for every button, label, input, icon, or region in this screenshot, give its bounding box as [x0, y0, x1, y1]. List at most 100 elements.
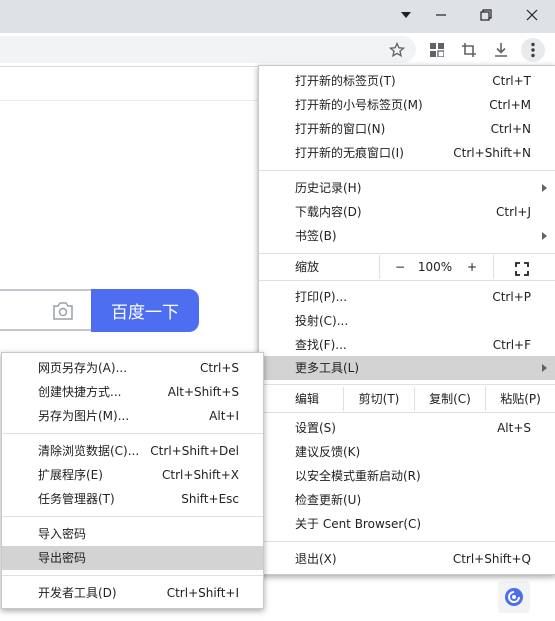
menu-item-cast[interactable]: 投射(C)...	[259, 309, 555, 333]
menu-edit-row: 编辑 剪切(T) 复制(C) 粘贴(P)	[259, 387, 555, 411]
submenu-item-save-page[interactable]: 网页另存为(A)... Ctrl+S	[2, 356, 263, 380]
cut-button[interactable]: 剪切(T)	[344, 387, 414, 411]
menu-item-label: 任务管理器(T)	[38, 492, 115, 506]
submenu-item-task-manager[interactable]: 任务管理器(T) Shift+Esc	[2, 487, 263, 511]
menu-item-more-tools[interactable]: 更多工具(L)	[259, 356, 555, 380]
zoom-divider	[379, 255, 380, 279]
floating-action-icon[interactable]	[498, 581, 530, 613]
menu-item-feedback[interactable]: 建议反馈(K)	[259, 440, 555, 464]
menu-item-shortcut: Ctrl+N	[490, 122, 531, 136]
menu-item-label: 设置(S)	[295, 421, 336, 435]
zoom-label: 缩放	[295, 260, 320, 274]
menu-separator	[259, 541, 555, 542]
menu-item-new-small-tab[interactable]: 打开新的小号标签页(M) Ctrl+M	[259, 93, 555, 117]
menu-separator	[259, 253, 555, 254]
menu-item-label: 关于 Cent Browser(C)	[295, 517, 422, 531]
zoom-divider	[493, 255, 494, 279]
menu-item-shortcut: Shift+Esc	[181, 492, 239, 506]
address-bar[interactable]	[0, 36, 416, 63]
menu-separator	[259, 280, 555, 281]
menu-item-label: 以安全模式重新启动(R)	[295, 469, 421, 483]
menu-item-find[interactable]: 查找(F)... Ctrl+F	[259, 333, 555, 357]
menu-item-label: 导出密码	[38, 551, 87, 565]
menu-item-label: 打开新的小号标签页(M)	[295, 98, 423, 112]
camera-icon[interactable]	[50, 300, 76, 322]
menu-item-shortcut: Ctrl+Shift+Del	[150, 444, 239, 458]
menu-item-shortcut: Ctrl+J	[496, 205, 531, 219]
menu-item-shortcut: Alt+Shift+S	[167, 385, 239, 399]
submenu-item-save-as-image[interactable]: 另存为图片(M)... Alt+I	[2, 404, 263, 428]
zoom-in-button[interactable]: +	[465, 255, 479, 279]
main-menu: 打开新的标签页(T) Ctrl+T 打开新的小号标签页(M) Ctrl+M 打开…	[258, 65, 555, 575]
menu-item-about[interactable]: 关于 Cent Browser(C)	[259, 512, 555, 536]
menu-separator	[259, 170, 555, 171]
menu-item-label: 开发者工具(D)	[38, 586, 117, 600]
menu-item-label: 另存为图片(M)...	[38, 409, 130, 423]
menu-item-new-tab[interactable]: 打开新的标签页(T) Ctrl+T	[259, 69, 555, 93]
paste-button[interactable]: 粘贴(P)	[486, 387, 555, 411]
menu-item-shortcut: Ctrl+M	[489, 98, 531, 112]
extensions-grid-icon[interactable]	[425, 38, 449, 62]
download-icon[interactable]	[489, 38, 513, 62]
zoom-level: 100%	[417, 260, 453, 274]
menu-item-label: 打开新的标签页(T)	[295, 74, 396, 88]
menu-separator	[259, 384, 555, 385]
menu-item-new-window[interactable]: 打开新的窗口(N) Ctrl+N	[259, 117, 555, 141]
menu-item-label: 检查更新(U)	[295, 493, 362, 507]
menu-item-shortcut: Ctrl+Shift+I	[166, 586, 239, 600]
menu-item-shortcut: Ctrl+F	[492, 338, 531, 352]
menu-item-label: 下载内容(D)	[295, 205, 362, 219]
star-icon[interactable]	[385, 38, 409, 62]
browser-toolbar	[0, 33, 555, 67]
menu-item-downloads[interactable]: 下载内容(D) Ctrl+J	[259, 200, 555, 224]
menu-item-history[interactable]: 历史记录(H)	[259, 176, 555, 200]
menu-item-label: 打印(P)...	[295, 290, 348, 304]
menu-item-label: 清除浏览数据(C)...	[38, 444, 140, 458]
submenu-item-dev-tools[interactable]: 开发者工具(D) Ctrl+Shift+I	[2, 581, 263, 605]
menu-item-check-update[interactable]: 检查更新(U)	[259, 488, 555, 512]
menu-item-shortcut: Ctrl+Shift+Q	[452, 552, 531, 566]
menu-item-label: 投射(C)...	[295, 314, 349, 328]
menu-item-label: 扩展程序(E)	[38, 468, 103, 482]
zoom-out-button[interactable]: −	[393, 255, 407, 279]
menu-item-shortcut: Alt+S	[497, 421, 531, 435]
submenu-item-clear-data[interactable]: 清除浏览数据(C)... Ctrl+Shift+Del	[2, 439, 263, 463]
menu-item-shortcut: Ctrl+S	[199, 361, 239, 375]
menu-item-exit[interactable]: 退出(X) Ctrl+Shift+Q	[259, 547, 555, 571]
crop-icon[interactable]	[457, 38, 481, 62]
submenu-item-export-passwords[interactable]: 导出密码	[2, 546, 263, 570]
submenu-item-import-passwords[interactable]: 导入密码	[2, 522, 263, 546]
menu-separator	[2, 433, 263, 434]
submenu-arrow-icon	[542, 232, 547, 240]
menu-item-new-incognito[interactable]: 打开新的无痕窗口(I) Ctrl+Shift+N	[259, 141, 555, 165]
menu-item-shortcut: Ctrl+Shift+N	[453, 146, 531, 160]
edit-label: 编辑	[295, 392, 320, 406]
menu-separator	[2, 575, 263, 576]
menu-item-label: 更多工具(L)	[295, 361, 360, 375]
copy-button[interactable]: 复制(C)	[415, 387, 485, 411]
menu-zoom-row: 缩放 − 100% +	[259, 255, 555, 279]
menu-separator	[259, 412, 555, 413]
menu-item-label: 退出(X)	[295, 552, 337, 566]
menu-item-settings[interactable]: 设置(S) Alt+S	[259, 416, 555, 440]
menu-item-label: 书签(B)	[295, 229, 337, 243]
close-icon[interactable]	[509, 0, 555, 30]
kebab-menu-icon[interactable]	[521, 38, 545, 62]
menu-item-shortcut: Alt+I	[209, 409, 239, 423]
menu-item-print[interactable]: 打印(P)... Ctrl+P	[259, 285, 555, 309]
submenu-item-extensions[interactable]: 扩展程序(E) Ctrl+Shift+X	[2, 463, 263, 487]
menu-item-safe-mode[interactable]: 以安全模式重新启动(R)	[259, 464, 555, 488]
page-divider	[0, 100, 258, 101]
fullscreen-icon[interactable]	[515, 260, 529, 276]
menu-separator	[2, 516, 263, 517]
submenu-item-create-shortcut[interactable]: 创建快捷方式... Alt+Shift+S	[2, 380, 263, 404]
search-input[interactable]	[0, 289, 92, 331]
minimize-icon[interactable]	[418, 0, 464, 30]
restore-icon[interactable]	[463, 0, 509, 30]
menu-item-shortcut: Ctrl+T	[492, 74, 531, 88]
title-bar	[0, 0, 555, 33]
menu-item-bookmarks[interactable]: 书签(B)	[259, 224, 555, 248]
menu-item-label: 打开新的窗口(N)	[295, 122, 386, 136]
baidu-search-button[interactable]: 百度一下	[91, 289, 199, 332]
submenu-arrow-icon	[542, 184, 547, 192]
